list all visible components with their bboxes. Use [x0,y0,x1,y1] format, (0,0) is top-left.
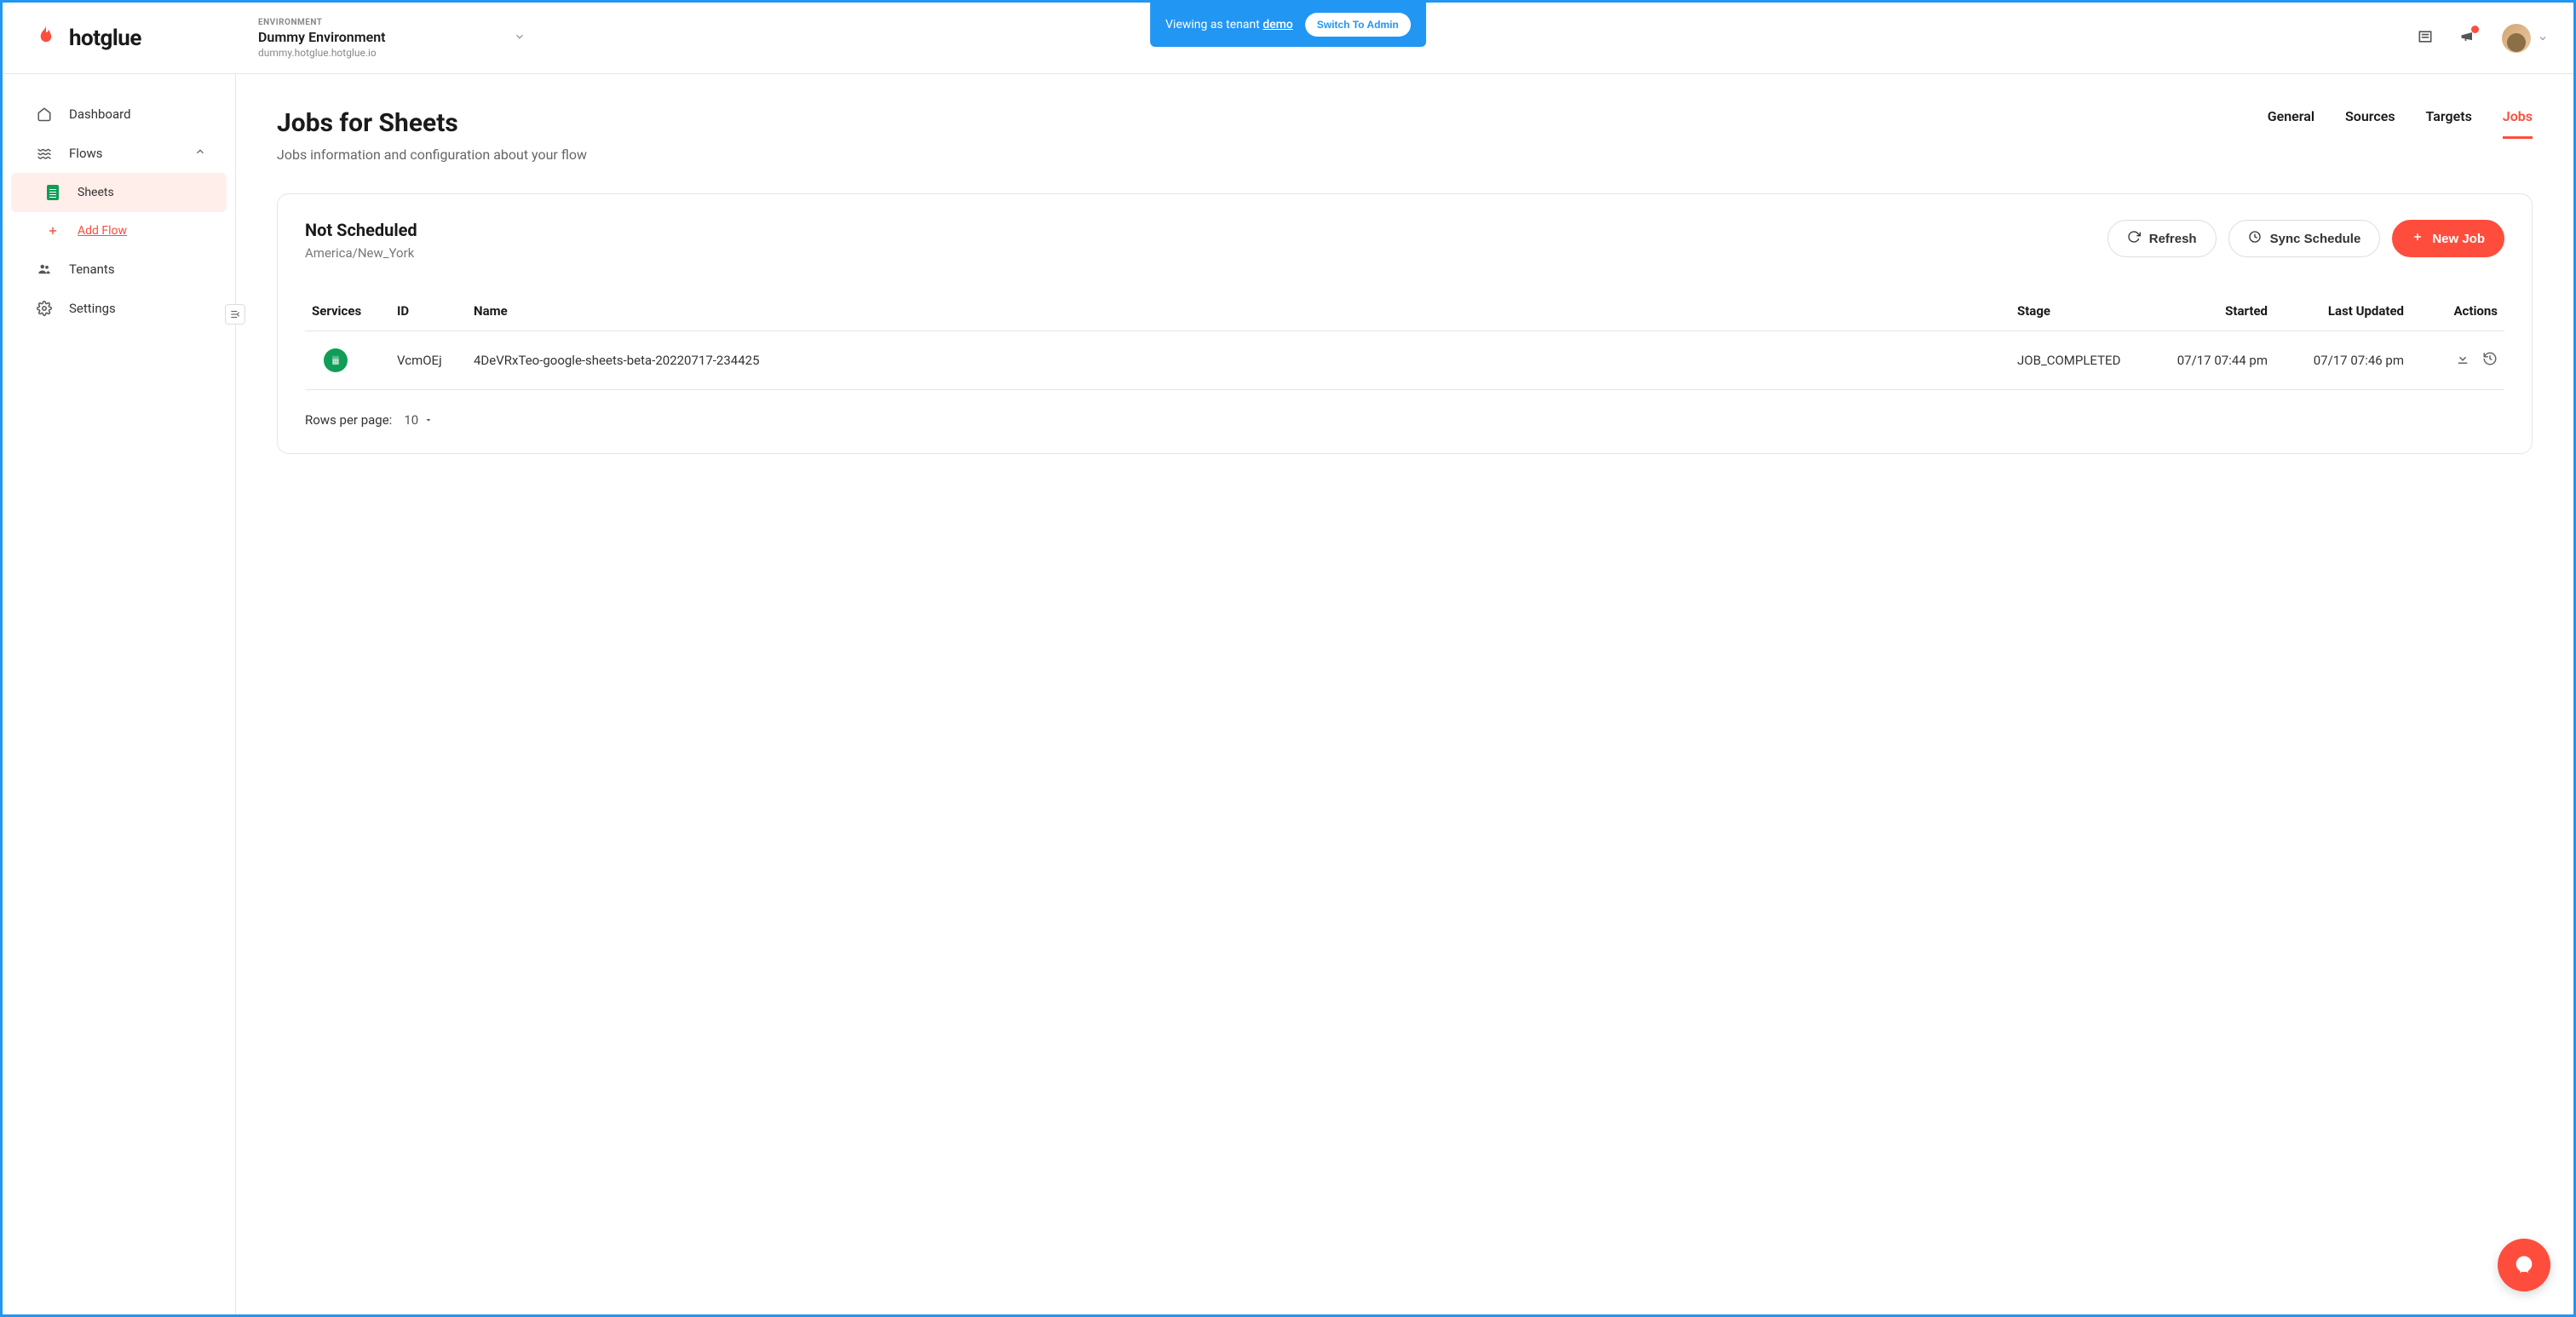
download-button[interactable] [2455,351,2470,370]
history-button[interactable] [2482,351,2498,370]
pagination: Rows per page: 10 [305,412,2504,428]
sidebar-item-add-flow[interactable]: Add Flow [3,212,235,250]
chevron-down-icon [514,30,526,46]
switch-admin-button[interactable]: Switch To Admin [1305,13,1411,37]
cell-started: 07/17 07:44 pm [2147,331,2274,390]
tab-targets[interactable]: Targets [2426,108,2472,139]
refresh-button[interactable]: Refresh [2107,220,2217,257]
sidebar-item-tenants[interactable]: Tenants [3,250,235,289]
th-actions: Actions [2411,291,2504,331]
sidebar-item-label: Flows [69,146,103,161]
pager-label: Rows per page: [305,412,392,428]
cell-services [305,331,390,390]
tab-general[interactable]: General [2268,108,2314,139]
refresh-icon [2127,230,2141,247]
chat-icon [2512,1253,2536,1277]
sidebar: Dashboard Flows Sheets Add Flow [3,74,236,1314]
jobs-table: Services ID Name Stage Started Last Upda… [305,291,2504,390]
announcements-icon[interactable] [2459,28,2476,49]
env-name: Dummy Environment [258,29,386,45]
tenant-text: Viewing as tenant demo [1165,18,1293,32]
flame-icon [33,24,59,53]
logo[interactable]: hotglue [33,24,238,53]
home-icon [37,106,52,122]
main-content: Jobs for Sheets Jobs information and con… [236,74,2573,1314]
tab-jobs[interactable]: Jobs [2503,108,2533,139]
sidebar-item-label: Tenants [69,262,115,277]
environment-selector[interactable]: ENVIRONMENT Dummy Environment dummy.hotg… [258,18,526,59]
sheets-icon [45,185,60,200]
google-sheets-icon [324,348,348,372]
sidebar-item-label: Add Flow [78,224,127,238]
jobs-card: Not Scheduled America/New_York Refresh [277,193,2533,454]
schedule-timezone: America/New_York [305,245,417,261]
cell-stage: JOB_COMPLETED [2010,331,2147,390]
plus-icon [2412,231,2424,246]
cell-updated: 07/17 07:46 pm [2274,331,2411,390]
th-updated: Last Updated [2274,291,2411,331]
cell-name: 4DeVRxTeo-google-sheets-beta-20220717-23… [467,331,2010,390]
clock-icon [2248,230,2262,247]
sidebar-item-settings[interactable]: Settings [3,289,235,328]
cell-actions [2411,331,2504,390]
sidebar-item-label: Settings [69,301,116,316]
th-id: ID [390,291,467,331]
plus-icon [45,225,60,237]
th-services: Services [305,291,390,331]
env-label: ENVIRONMENT [258,18,386,27]
tenant-banner: Viewing as tenant demo Switch To Admin [1150,3,1426,47]
chat-fab[interactable] [2498,1239,2550,1291]
sidebar-item-label: Sheets [78,186,114,199]
th-stage: Stage [2010,291,2147,331]
chevron-down-icon [2538,33,2548,43]
page-subtitle: Jobs information and configuration about… [277,147,587,163]
notification-dot [2471,26,2479,33]
brand-text: hotglue [69,26,141,51]
waves-icon [37,146,52,161]
th-started: Started [2147,291,2274,331]
env-url: dummy.hotglue.hotglue.io [258,47,386,59]
tenant-link[interactable]: demo [1262,18,1293,32]
new-job-button[interactable]: New Job [2392,220,2504,257]
topbar: hotglue ENVIRONMENT Dummy Environment du… [3,3,2573,74]
sidebar-item-dashboard[interactable]: Dashboard [3,95,235,134]
page-title: Jobs for Sheets [277,108,587,138]
avatar [2502,24,2531,53]
sidebar-item-label: Dashboard [69,106,131,122]
tab-sources[interactable]: Sources [2345,108,2395,139]
gear-icon [37,301,52,316]
table-row[interactable]: VcmOEj 4DeVRxTeo-google-sheets-beta-2022… [305,331,2504,390]
sidebar-item-flows[interactable]: Flows [3,134,235,173]
user-menu[interactable] [2502,24,2548,53]
docs-icon[interactable] [2417,28,2434,49]
sidebar-item-sheets[interactable]: Sheets [11,173,227,212]
tabs: General Sources Targets Jobs [2268,108,2533,139]
chevron-up-icon [194,146,206,161]
dropdown-icon [423,415,434,425]
collapse-sidebar-button[interactable] [225,304,245,325]
schedule-title: Not Scheduled [305,220,417,240]
rows-per-page-select[interactable]: 10 [404,412,434,428]
cell-id: VcmOEj [390,331,467,390]
sync-schedule-button[interactable]: Sync Schedule [2228,220,2381,257]
people-icon [37,262,52,277]
th-name: Name [467,291,2010,331]
